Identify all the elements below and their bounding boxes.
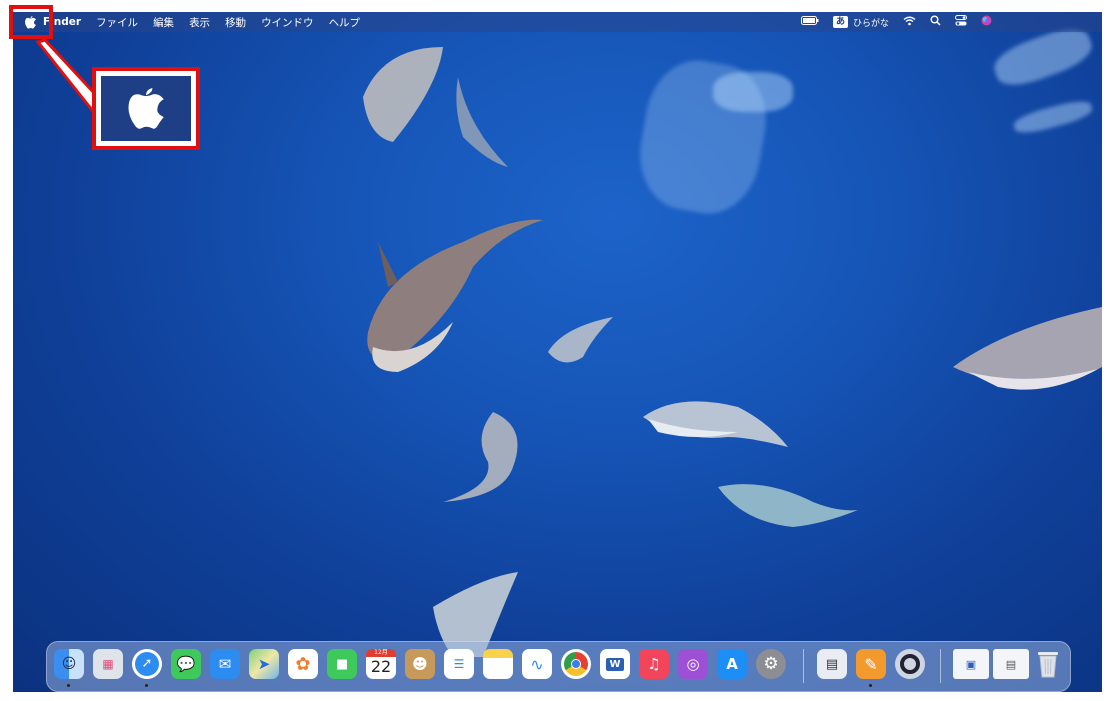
messages-icon[interactable]: 💬 xyxy=(171,649,201,679)
menu-window[interactable]: ウインドウ xyxy=(261,15,314,30)
dolphin-image xyxy=(953,307,1102,390)
control-center-icon[interactable] xyxy=(955,15,967,29)
podcasts-icon[interactable]: ◎ xyxy=(678,649,708,679)
water-reflection xyxy=(1011,96,1095,138)
word-icon[interactable]: W xyxy=(600,649,630,679)
maps-icon[interactable]: ➤ xyxy=(249,649,279,679)
wifi-icon[interactable] xyxy=(903,16,916,29)
freeform-icon[interactable]: ∿ xyxy=(522,649,552,679)
system-settings-icon[interactable]: ⚙ xyxy=(756,649,786,679)
calendar-month: 12月 xyxy=(366,649,396,657)
callout-zoom-box xyxy=(92,67,200,150)
contacts-icon[interactable]: ☻ xyxy=(405,649,435,679)
finder-icon[interactable]: ☺ xyxy=(54,649,84,679)
dolphin-image xyxy=(363,47,443,142)
dolphin-image xyxy=(643,401,788,447)
dolphin-image xyxy=(456,77,508,167)
dolphin-image xyxy=(548,317,613,363)
preview-icon[interactable]: ▤ xyxy=(817,649,847,679)
dock-separator xyxy=(940,649,941,683)
app-store-icon[interactable]: A xyxy=(717,649,747,679)
reminders-icon[interactable]: ☰ xyxy=(444,649,474,679)
dolphin-image xyxy=(718,484,858,527)
pages-icon[interactable]: ✎ xyxy=(856,649,886,679)
recent-document-icon[interactable]: ▣ xyxy=(953,649,989,679)
dolphin-image xyxy=(443,412,518,502)
search-icon[interactable] xyxy=(930,15,941,29)
dolphin-image xyxy=(367,219,543,372)
dock: ☺ ▦ ➚ 💬 ✉ ➤ ✿ ■ 12月 22 ☻ ☰ ∿ W ♫ ◎ A ⚙ ▤… xyxy=(46,641,1071,692)
safari-icon[interactable]: ➚ xyxy=(132,649,162,679)
quicktime-icon[interactable] xyxy=(895,649,925,679)
calendar-icon[interactable]: 12月 22 xyxy=(366,649,396,679)
callout-highlight-box xyxy=(9,5,53,39)
running-indicator xyxy=(145,684,148,687)
siri-icon[interactable] xyxy=(981,15,992,29)
facetime-icon[interactable]: ■ xyxy=(327,649,357,679)
music-icon[interactable]: ♫ xyxy=(639,649,669,679)
notes-icon[interactable] xyxy=(483,649,513,679)
running-indicator xyxy=(67,684,70,687)
apple-logo-zoom-icon xyxy=(128,87,164,129)
trash-icon[interactable] xyxy=(1033,649,1063,679)
running-indicator xyxy=(869,684,872,687)
input-mode-glyph: あ xyxy=(832,16,848,28)
dock-separator xyxy=(803,649,804,683)
mail-icon[interactable]: ✉ xyxy=(210,649,240,679)
launchpad-icon[interactable]: ▦ xyxy=(93,649,123,679)
menu-help[interactable]: ヘルプ xyxy=(329,15,361,30)
status-menus: あ ひらがな xyxy=(800,12,992,32)
menu-go[interactable]: 移動 xyxy=(225,15,246,30)
calendar-day: 22 xyxy=(370,657,392,676)
input-source-menu[interactable]: あ ひらがな xyxy=(832,16,889,29)
recent-image-icon[interactable]: ▤ xyxy=(993,649,1029,679)
callout-zoom-content xyxy=(101,76,191,141)
input-mode-label: ひらがな xyxy=(852,18,889,29)
water-reflection xyxy=(713,72,793,112)
photos-icon[interactable]: ✿ xyxy=(288,649,318,679)
chrome-icon[interactable] xyxy=(561,649,591,679)
battery-icon[interactable] xyxy=(800,16,819,28)
